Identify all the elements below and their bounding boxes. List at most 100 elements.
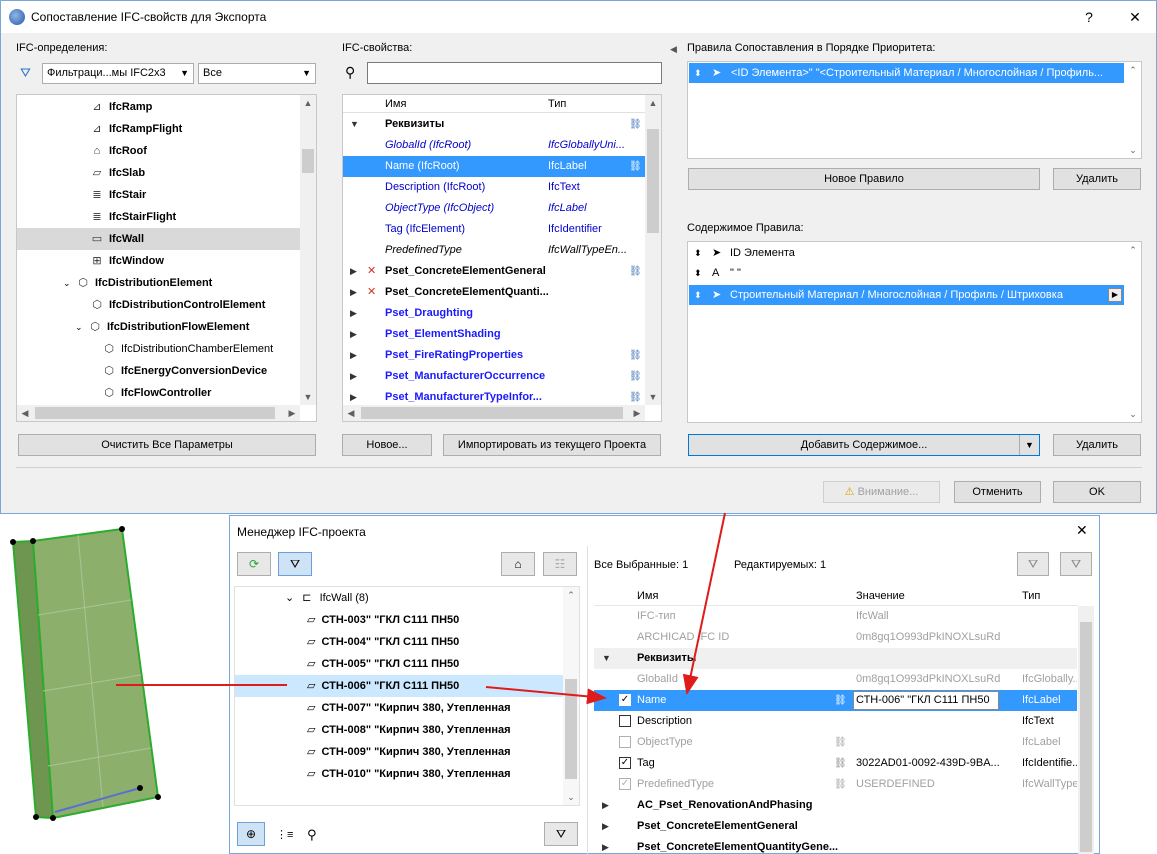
- tree-item-ifcrampflight[interactable]: ⊿ IfcRampFlight: [17, 118, 304, 140]
- prop-row-name[interactable]: Name (IfcRoot) IfcLabel ⛓: [343, 156, 646, 177]
- filter-view-button[interactable]: ⛛: [278, 552, 312, 576]
- tree-item-wall-selected[interactable]: ▱ СТН-006" "ГКЛ С111 ПН50: [235, 675, 565, 697]
- scroll-right-icon[interactable]: ▶: [284, 405, 300, 421]
- remove-x-icon[interactable]: ✕: [367, 261, 376, 282]
- clear-all-parameters-button[interactable]: Очистить Все Параметры: [18, 434, 316, 456]
- close-button[interactable]: ✕: [1125, 7, 1145, 27]
- checkbox-checked-disabled[interactable]: ✓: [619, 778, 631, 790]
- column-type-header[interactable]: Тип: [1022, 586, 1040, 606]
- prop-row-predefinedtype[interactable]: PredefinedType IfcWallTypeEn...: [343, 240, 646, 261]
- rule-row-1[interactable]: ⬍ ➤ <ID Элемента>" "<Строительный Матери…: [689, 63, 1124, 83]
- prop-group-ac-pset-renovation[interactable]: ▶ AC_Pset_RenovationAndPhasing: [594, 795, 1077, 816]
- checkbox-checked[interactable]: ✓: [619, 757, 631, 769]
- tree-list-button[interactable]: ☷: [543, 552, 577, 576]
- tree-item-ifcstairflight[interactable]: ≣ IfcStairFlight: [17, 206, 304, 228]
- tree-item-ifcramp[interactable]: ⊿ IfcRamp: [17, 96, 304, 118]
- scroll-thumb[interactable]: [361, 407, 623, 419]
- tree-item-ifcdistributionchamberelement[interactable]: ⬡ IfcDistributionChamberElement: [17, 338, 304, 360]
- rule-content-row-text[interactable]: ⬍ A " ": [689, 263, 1124, 283]
- expand-chevron-icon[interactable]: ▶: [350, 261, 357, 282]
- scroll-up-icon[interactable]: ⌃: [1125, 242, 1141, 258]
- scroll-right-icon[interactable]: ▶: [629, 405, 645, 421]
- prop-row-pset-concrete-quanti[interactable]: ▶ ✕ Pset_ConcreteElementQuanti...: [343, 282, 646, 303]
- scroll-left-icon[interactable]: ◀: [343, 405, 359, 421]
- tree-item-ifcenergyconversiondevice[interactable]: ⬡ IfcEnergyConversionDevice: [17, 360, 304, 382]
- properties-vertical-scrollbar[interactable]: [1078, 606, 1094, 854]
- column-name-header[interactable]: Имя: [385, 95, 406, 113]
- reorder-handle-icon[interactable]: ⬍: [694, 243, 702, 263]
- tree-item-wall[interactable]: ▱ СТН-009" "Кирпич 380, Утепленная: [235, 741, 565, 763]
- scroll-thumb[interactable]: [1080, 622, 1092, 852]
- delete-content-button[interactable]: Удалить: [1053, 434, 1141, 456]
- close-button[interactable]: ✕: [1076, 522, 1088, 539]
- new-property-button[interactable]: Новое...: [342, 434, 432, 456]
- cancel-button[interactable]: Отменить: [954, 481, 1041, 503]
- submenu-arrow-icon[interactable]: ▶: [1108, 288, 1122, 302]
- import-from-project-button[interactable]: Импортировать из текущего Проекта: [443, 434, 661, 456]
- prop-row-pset-draughting[interactable]: ▶ Pset_Draughting: [343, 303, 646, 324]
- tree-item-ifcflowcontroller[interactable]: ⬡ IfcFlowController: [17, 382, 304, 404]
- scroll-thumb[interactable]: [35, 407, 275, 419]
- tree-root-ifcwall[interactable]: ⌄ ⊏ IfcWall (8): [235, 587, 565, 609]
- properties-table[interactable]: Имя Значение Тип IFC-тип IfcWall ARCHICAD…: [594, 586, 1078, 854]
- prop-row-name[interactable]: ✓ Name ⛓ СТН-006" "ГКЛ С111 ПН50 IfcLabe…: [594, 690, 1077, 711]
- warning-button[interactable]: ⚠ Внимание...: [823, 481, 940, 503]
- filter-checked-button[interactable]: ⛛: [1060, 552, 1092, 576]
- prop-row-predefinedtype[interactable]: ✓ PredefinedType ⛓ USERDEFINED IfcWallType..…: [594, 774, 1077, 795]
- expand-chevron-icon[interactable]: ▶: [350, 282, 357, 303]
- properties-vertical-scrollbar[interactable]: ▲ ▼: [645, 95, 661, 405]
- scroll-up-icon[interactable]: ▲: [645, 95, 661, 111]
- scroll-up-icon[interactable]: ⌃: [563, 587, 579, 603]
- collapse-chevron-icon[interactable]: ⌄: [63, 272, 75, 294]
- ok-button[interactable]: OK: [1053, 481, 1141, 503]
- tree-item-wall[interactable]: ▱ СТН-005" "ГКЛ С111 ПН50: [235, 653, 565, 675]
- tree-item-wall[interactable]: ▱ СТН-004" "ГКЛ С111 ПН50: [235, 631, 565, 653]
- prop-row-pset-manufactureroccurrence[interactable]: ▶ Pset_ManufacturerOccurrence ⛓: [343, 366, 646, 387]
- structure-view-button[interactable]: ⌂: [501, 552, 535, 576]
- scroll-up-icon[interactable]: ⌃: [1125, 62, 1141, 78]
- scroll-left-icon[interactable]: ◀: [17, 405, 33, 421]
- scroll-down-icon[interactable]: ⌄: [563, 789, 579, 805]
- tree-vertical-scrollbar[interactable]: ⌃ ⌄: [563, 587, 579, 805]
- rule-content-row-material[interactable]: ⬍ ➤ Строительный Материал / Многослойная…: [689, 285, 1124, 305]
- filter-icon[interactable]: ⛛: [20, 65, 31, 81]
- prop-group-rekvizity[interactable]: ▼ Реквизиты: [594, 648, 1077, 669]
- collapse-chevron-icon[interactable]: ⌄: [285, 592, 294, 604]
- prop-row-rekvizity[interactable]: ▼ Реквизиты ⛓: [343, 114, 646, 135]
- tree-item-ifcdistributionelement[interactable]: ⌄ ⬡ IfcDistributionElement: [17, 272, 304, 294]
- tree-item-ifcdistributionflowelement[interactable]: ⌄ ⬡ IfcDistributionFlowElement: [17, 316, 304, 338]
- expand-chevron-icon[interactable]: ▶: [602, 816, 609, 837]
- checkbox-disabled[interactable]: [619, 736, 631, 748]
- tree-item-ifcwall[interactable]: ▭ IfcWall: [17, 228, 304, 250]
- rule-content-list[interactable]: ⬍ ➤ ID Элемента ⬍ A " " ⬍ ➤ Строительный…: [687, 241, 1142, 423]
- expand-chevron-icon[interactable]: ▶: [602, 795, 609, 816]
- reorder-handle-icon[interactable]: ⬍: [694, 263, 702, 283]
- scroll-thumb[interactable]: [565, 679, 577, 779]
- help-button[interactable]: ?: [1079, 7, 1099, 27]
- expand-chevron-icon[interactable]: ▶: [350, 303, 357, 324]
- prop-group-pset-concrete-quantity[interactable]: ▶ Pset_ConcreteElementQuantityGene...: [594, 837, 1077, 854]
- column-name-header[interactable]: Имя: [637, 586, 658, 606]
- tree-item-ifcdistributioncontrolelement[interactable]: ⬡ IfcDistributionControlElement: [17, 294, 304, 316]
- tree-horizontal-scrollbar[interactable]: ◀ ▶: [17, 405, 300, 421]
- expand-chevron-icon[interactable]: ▼: [602, 648, 611, 669]
- element-tree[interactable]: ⌄ ⊏ IfcWall (8) ▱ СТН-003" "ГКЛ С111 ПН50…: [234, 586, 580, 806]
- scroll-up-icon[interactable]: ▲: [300, 95, 316, 111]
- tree-item-wall[interactable]: ▱ СТН-003" "ГКЛ С111 ПН50: [235, 609, 565, 631]
- prop-row-globalid[interactable]: GlobalId (IfcRoot) IfcGloballyUni...: [343, 135, 646, 156]
- new-rule-button[interactable]: Новое Правило: [688, 168, 1040, 190]
- prop-row-objecttype[interactable]: ObjectType ⛓ IfcLabel: [594, 732, 1077, 753]
- reorder-handle-icon[interactable]: ⬍: [694, 285, 702, 305]
- delete-rule-button[interactable]: Удалить: [1053, 168, 1141, 190]
- expand-chevron-icon[interactable]: ▶: [350, 345, 357, 366]
- mapping-rules-list[interactable]: ⬍ ➤ <ID Элемента>" "<Строительный Матери…: [687, 61, 1142, 159]
- prop-row-tag[interactable]: ✓ Tag ⛓ 3022AD01-0092-439D-9BA... IfcIdentif…: [594, 753, 1077, 774]
- remove-x-icon[interactable]: ✕: [367, 282, 376, 303]
- collapse-chevron-icon[interactable]: ⌄: [75, 316, 87, 338]
- name-value-input[interactable]: СТН-006" "ГКЛ С111 ПН50: [853, 691, 999, 710]
- properties-horizontal-scrollbar[interactable]: ◀ ▶: [343, 405, 645, 421]
- prop-row-pset-elementshading[interactable]: ▶ Pset_ElementShading: [343, 324, 646, 345]
- rule-content-row-id[interactable]: ⬍ ➤ ID Элемента: [689, 243, 1124, 263]
- tree-item-ifcslab[interactable]: ▱ IfcSlab: [17, 162, 304, 184]
- prop-row-description[interactable]: Description (IfcRoot) IfcText: [343, 177, 646, 198]
